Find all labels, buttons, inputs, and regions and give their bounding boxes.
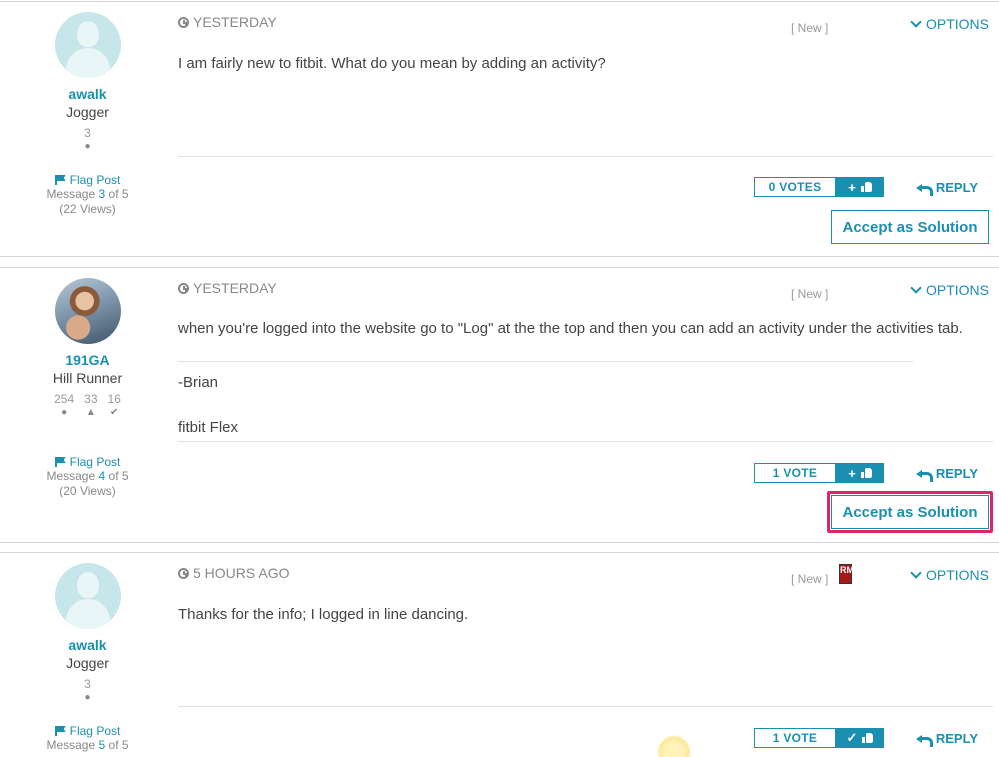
post-content: YESTERDAY [ New ] OPTIONS I am fairly ne… [178, 14, 993, 254]
flag-icon [54, 726, 66, 736]
reply-icon [915, 469, 933, 482]
author-name[interactable]: 191GA [20, 352, 155, 368]
post-body: I am fairly new to fitbit. What do you m… [178, 55, 606, 72]
post-content: 5 HOURS AGO [ New ] RM OPTIONS Thanks fo… [178, 564, 993, 757]
new-badge: [ New ] [791, 572, 829, 586]
flag-post-link[interactable]: Flag Post [20, 173, 155, 187]
rm-badge-icon: RM [839, 564, 854, 584]
stat-kudos-count: 33 [84, 392, 98, 406]
chevron-down-icon [910, 567, 922, 579]
vote-count[interactable]: 1 VOTE [754, 463, 836, 483]
message-number-link[interactable]: 3 [99, 187, 106, 201]
reply-button[interactable]: REPLY [915, 731, 978, 747]
chevron-down-icon [910, 16, 922, 28]
message-position: Message 5 of 5 [46, 738, 129, 752]
avatar[interactable] [54, 278, 121, 344]
reply-button[interactable]: REPLY [915, 466, 978, 482]
author-name[interactable]: awalk [20, 86, 155, 102]
kudo-button[interactable]: ✓ [836, 728, 884, 748]
clock-icon [178, 282, 189, 294]
post-body: Thanks for the info; I logged in line da… [178, 606, 469, 623]
new-badge: [ New ] [791, 21, 829, 35]
message-post: 191GA Hill Runner 254 ● 33 ▲ 16 ✔ Flag Post… [0, 268, 999, 542]
author-panel: awalk Jogger 3 ● Flag Post Message 5 of 5 [20, 563, 155, 753]
flag-post-label: Flag Post [69, 173, 121, 187]
post-body: when you're logged into the website go t… [178, 320, 963, 337]
post-divider-line [178, 441, 993, 442]
check-icon: ✔ [110, 407, 119, 418]
message-number-link[interactable]: 5 [99, 738, 106, 752]
thumbs-up-icon [862, 733, 874, 743]
author-rank: Hill Runner [52, 370, 123, 386]
post-timestamp: 5 HOURS AGO [178, 565, 993, 581]
message-post: awalk Jogger 3 ● Flag Post Message 5 of 5… [0, 553, 999, 757]
stat-posts-count: 3 [84, 126, 91, 140]
stat-posts-count: 254 [54, 392, 75, 406]
thumbs-up-icon [860, 182, 872, 192]
author-stats: 3 ● [20, 126, 155, 153]
flag-icon [54, 457, 66, 467]
reply-icon [915, 183, 933, 196]
kudo-button[interactable]: + [836, 463, 884, 483]
author-panel: awalk Jogger 3 ● Flag Post Message 3 of 5… [20, 12, 155, 217]
avatar[interactable] [54, 563, 121, 629]
highlight-box [827, 491, 993, 533]
chevron-down-icon [910, 282, 922, 294]
clock-icon [178, 16, 189, 28]
stat-solutions-count: 16 [107, 392, 121, 406]
post-divider [0, 256, 999, 257]
author-stats: 3 ● [20, 677, 155, 704]
flag-post-label: Flag Post [69, 724, 121, 738]
new-badge: [ New ] [791, 287, 829, 301]
flag-icon [54, 175, 66, 185]
message-post: awalk Jogger 3 ● Flag Post Message 3 of 5… [0, 2, 999, 257]
comment-icon: ● [61, 407, 68, 418]
message-number-link[interactable]: 4 [99, 469, 106, 483]
view-count: (22 Views) [59, 202, 116, 216]
options-menu[interactable]: OPTIONS [910, 567, 989, 583]
message-position: Message 4 of 5 [46, 469, 129, 483]
signature-device: fitbit Flex [178, 419, 239, 436]
flag-post-label: Flag Post [69, 455, 121, 469]
signature-name: -Brian [178, 374, 219, 391]
flag-post-link[interactable]: Flag Post [20, 724, 155, 738]
author-rank: Jogger [66, 655, 109, 671]
post-timestamp: YESTERDAY [178, 14, 993, 30]
vote-control: 1 VOTE + [754, 463, 884, 483]
author-stats: 254 ● 33 ▲ 16 ✔ [20, 392, 155, 419]
signature-divider [178, 361, 913, 362]
vote-control: 1 VOTE ✓ [754, 728, 884, 748]
post-timestamp: YESTERDAY [178, 280, 993, 296]
view-count: (20 Views) [59, 484, 116, 498]
clock-icon [178, 567, 189, 579]
post-divider [0, 542, 999, 543]
options-menu[interactable]: OPTIONS [910, 16, 989, 32]
accept-solution-button[interactable]: Accept as Solution [831, 210, 989, 244]
message-position: Message 3 of 5 [46, 187, 129, 201]
thumbs-up-icon [860, 468, 872, 478]
thumbs-up-icon: ▲ [85, 407, 96, 418]
author-rank: Jogger [66, 104, 109, 120]
vote-count[interactable]: 0 VOTES [754, 177, 836, 197]
post-divider-line [178, 706, 993, 707]
stat-posts-count: 3 [84, 677, 91, 691]
options-menu[interactable]: OPTIONS [910, 282, 989, 298]
vote-count[interactable]: 1 VOTE [754, 728, 836, 748]
author-panel: 191GA Hill Runner 254 ● 33 ▲ 16 ✔ Flag Post… [20, 278, 155, 499]
post-divider-line [178, 156, 993, 157]
comment-icon: ● [84, 692, 91, 703]
vote-control: 0 VOTES + [754, 177, 884, 197]
author-name[interactable]: awalk [20, 637, 155, 653]
comment-icon: ● [84, 141, 91, 152]
reply-icon [915, 734, 933, 747]
post-content: YESTERDAY [ New ] OPTIONS when you're lo… [178, 280, 993, 540]
sun-icon [657, 735, 691, 757]
flag-post-link[interactable]: Flag Post [20, 455, 155, 469]
reply-button[interactable]: REPLY [915, 180, 978, 196]
kudo-button[interactable]: + [836, 177, 884, 197]
avatar[interactable] [54, 12, 121, 78]
